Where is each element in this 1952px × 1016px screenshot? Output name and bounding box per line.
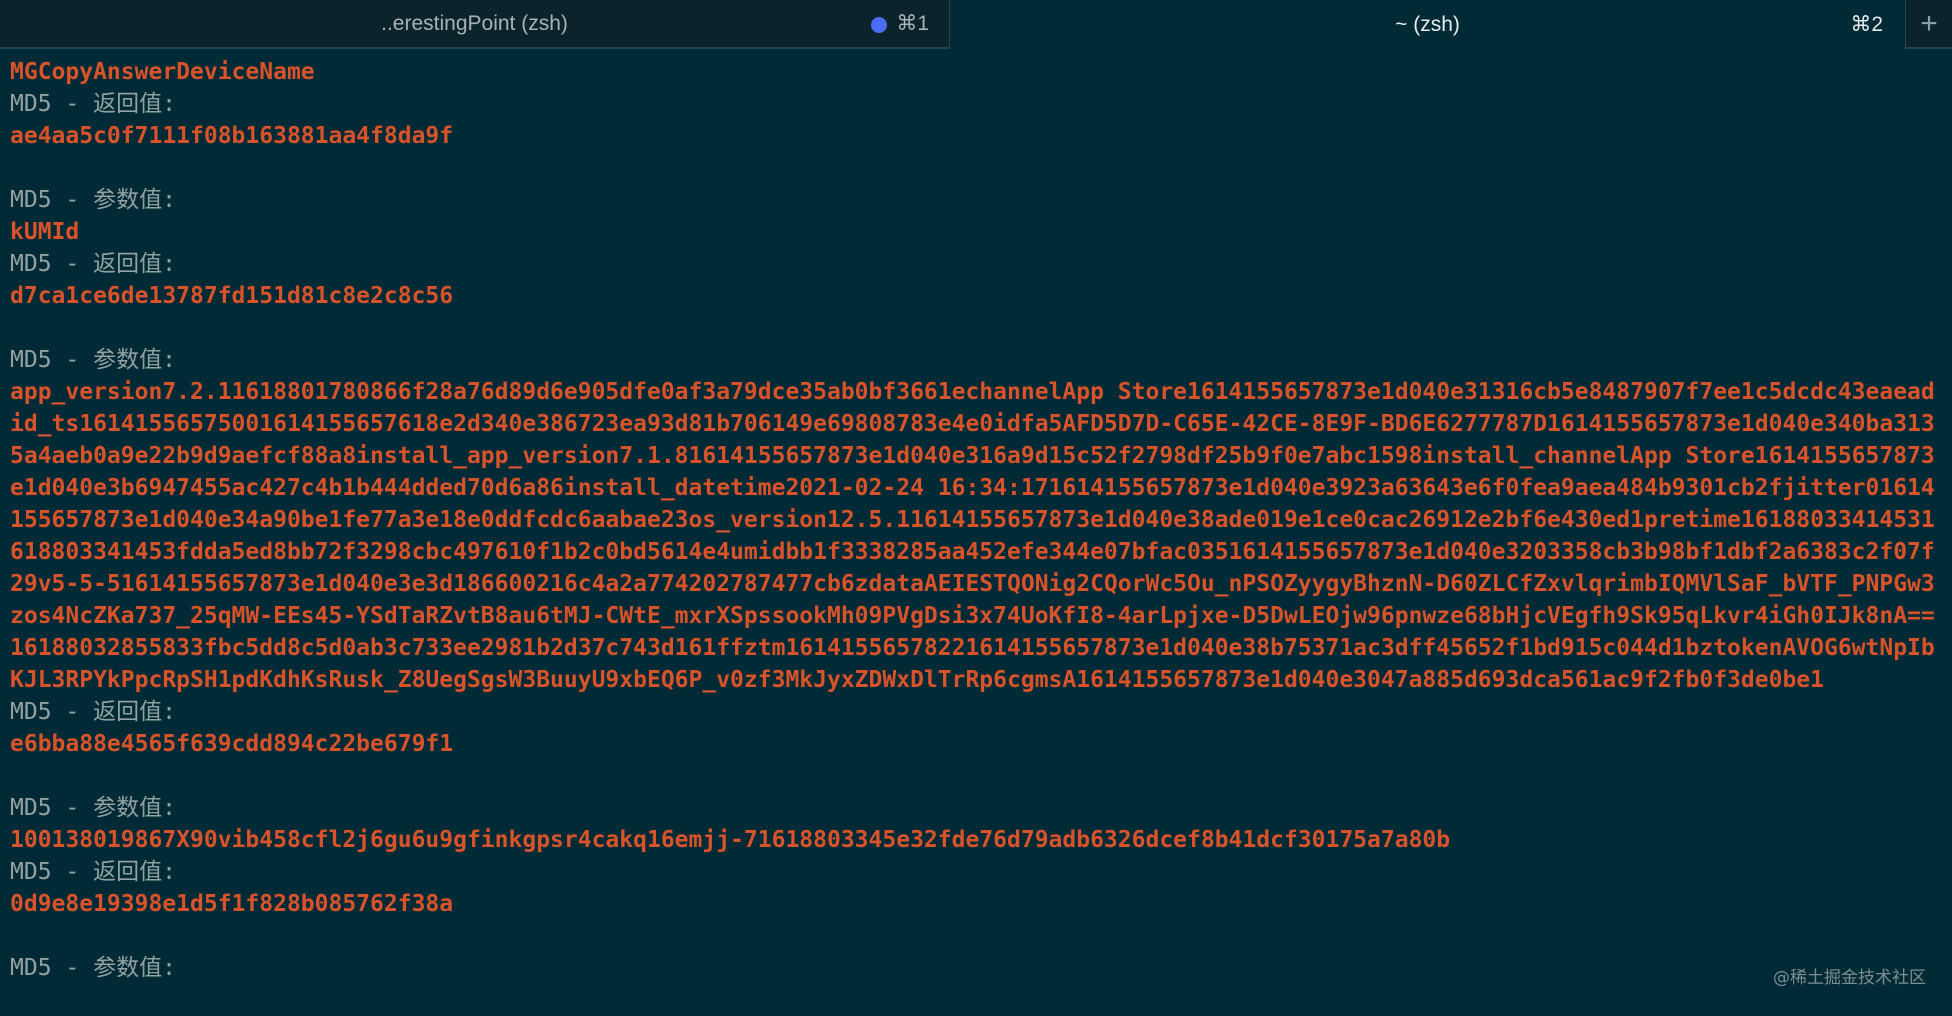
- output-line: e6bba88e4565f639cdd894c22be679f1: [10, 731, 454, 757]
- plus-icon: +: [1920, 6, 1938, 40]
- output-line: MD5 - 参数值:: [10, 795, 176, 821]
- output-long-parameter: app_version7.2.11618801780866f28a76d89d6…: [10, 379, 1935, 693]
- tab-title: ~ (zsh): [1395, 12, 1460, 36]
- tab-shortcut: ⌘1: [896, 12, 929, 35]
- output-line: MD5 - 参数值:: [10, 187, 176, 213]
- output-line: MD5 - 返回值:: [10, 91, 176, 117]
- tab-title: ..erestingPoint (zsh): [381, 11, 568, 35]
- tab-zsh-2[interactable]: ~ (zsh) ⌘2: [950, 0, 1905, 49]
- output-line: d7ca1ce6de13787fd151d81c8e2c8c56: [10, 283, 454, 309]
- output-line: 100138019867X90vib458cfl2j6gu6u9gfinkgps…: [10, 827, 1451, 853]
- output-line: MD5 - 参数值:: [10, 955, 176, 981]
- output-line: ae4aa5c0f7111f08b163881aa4f8da9f: [10, 123, 454, 149]
- watermark: @稀土掘金技术社区: [1773, 968, 1926, 988]
- output-line: MGCopyAnswerDeviceName: [10, 59, 315, 85]
- new-tab-button[interactable]: +: [1905, 0, 1952, 49]
- output-line: 0d9e8e19398e1d5f1f828b085762f38a: [10, 891, 454, 917]
- output-line: MD5 - 返回值:: [10, 699, 176, 725]
- activity-dot-icon: [871, 17, 887, 33]
- output-line: MD5 - 返回值:: [10, 859, 176, 885]
- tab-bar: ..erestingPoint (zsh) ⌘1 ~ (zsh) ⌘2 +: [0, 0, 1952, 49]
- tab-shortcut: ⌘2: [1850, 13, 1883, 36]
- terminal-window: ..erestingPoint (zsh) ⌘1 ~ (zsh) ⌘2 + MG…: [0, 0, 1952, 1016]
- tab-zsh-1[interactable]: ..erestingPoint (zsh) ⌘1: [0, 0, 950, 49]
- output-line: MD5 - 返回值:: [10, 251, 176, 277]
- terminal-output[interactable]: MGCopyAnswerDeviceName MD5 - 返回值: ae4aa5…: [10, 56, 1942, 984]
- output-line: MD5 - 参数值:: [10, 347, 176, 373]
- output-line: kUMId: [10, 219, 80, 245]
